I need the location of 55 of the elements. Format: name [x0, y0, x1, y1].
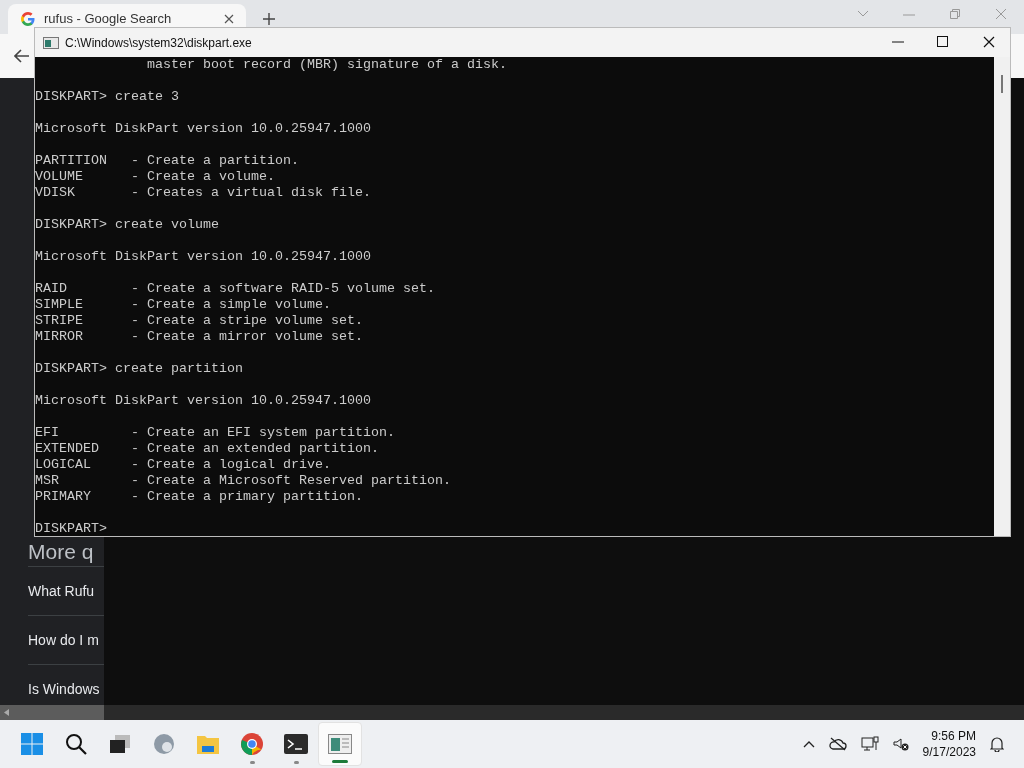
console-line: DISKPART>: [35, 521, 108, 536]
console-line: Microsoft DiskPart version 10.0.25947.1000: [35, 249, 372, 265]
scrollbar-thumb[interactable]: [1001, 75, 1003, 93]
back-arrow-icon[interactable]: [14, 49, 30, 63]
console-line: VOLUME - Create a volume.: [35, 169, 276, 185]
clock-date: 9/17/2023: [922, 744, 976, 760]
console-line: VDISK - Creates a virtual disk file.: [35, 185, 372, 201]
google-icon: [20, 11, 36, 27]
question-link[interactable]: What Rufu: [28, 580, 95, 602]
scrollbar[interactable]: [0, 705, 104, 720]
console-line: PARTITION - Create a partition.: [35, 153, 300, 169]
console-line: STRIPE - Create a stripe volume set.: [35, 313, 364, 329]
console-line: DISKPART> create volume: [35, 217, 220, 233]
browser-icon: [153, 733, 175, 755]
console-window-icon: [328, 734, 352, 754]
cloud-off-icon[interactable]: [828, 737, 847, 751]
maximize-icon[interactable]: [937, 36, 948, 47]
close-icon[interactable]: [983, 36, 995, 48]
start-icon: [20, 732, 44, 756]
search-icon: [64, 732, 88, 756]
console-line: PRIMARY - Create a primary partition.: [35, 489, 364, 505]
new-tab-icon[interactable]: [262, 12, 276, 26]
left-arrow-icon[interactable]: [4, 709, 9, 716]
clock-time: 9:56 PM: [931, 728, 976, 744]
network-icon[interactable]: [860, 736, 879, 752]
muted-speaker-icon[interactable]: [892, 737, 909, 751]
console-line: master boot record (MBR) signature of a disk.: [145, 57, 508, 73]
restore-icon[interactable]: [949, 8, 961, 20]
console-line: MSR - Create a Microsoft Reserved partition.: [35, 473, 452, 489]
console-line: RAID - Create a software RAID-5 volume set.: [35, 281, 436, 297]
clock[interactable]: 9:56 PM 9/17/2023: [922, 728, 976, 760]
console-line: Microsoft DiskPart version 10.0.25947.1000: [35, 393, 372, 409]
question-link[interactable]: Is Windows: [28, 678, 100, 700]
console-line: LOGICAL - Create a logical drive.: [35, 457, 332, 473]
console-line: SIMPLE - Create a simple volume.: [35, 297, 332, 313]
bell-icon[interactable]: [990, 736, 1004, 752]
chevron-up-icon[interactable]: [802, 740, 815, 748]
console-app-icon: [43, 36, 59, 49]
console-line: DISKPART> create 3: [35, 89, 180, 105]
console-line: MIRROR - Create a mirror volume set.: [35, 329, 364, 345]
section-heading: More q: [27, 539, 94, 565]
folder-icon: [196, 733, 220, 755]
scrollbar[interactable]: [994, 57, 1010, 536]
question-link[interactable]: How do I m: [28, 629, 99, 651]
terminal-icon: [284, 734, 308, 754]
tab-title: rufus - Google Search: [44, 10, 173, 29]
console-line: EFI - Create an EFI system partition.: [35, 425, 396, 441]
window-title: C:\Windows\system32\diskpart.exe: [65, 34, 252, 52]
chevron-down-icon[interactable]: [857, 10, 869, 18]
close-icon[interactable]: [224, 14, 234, 24]
task-view-icon: [109, 734, 131, 754]
console-line: DISKPART> create partition: [35, 361, 244, 377]
chrome-icon: [240, 732, 264, 756]
console-line: Microsoft DiskPart version 10.0.25947.1000: [35, 121, 372, 137]
console-line: EXTENDED - Create an extended partition.: [35, 441, 380, 457]
